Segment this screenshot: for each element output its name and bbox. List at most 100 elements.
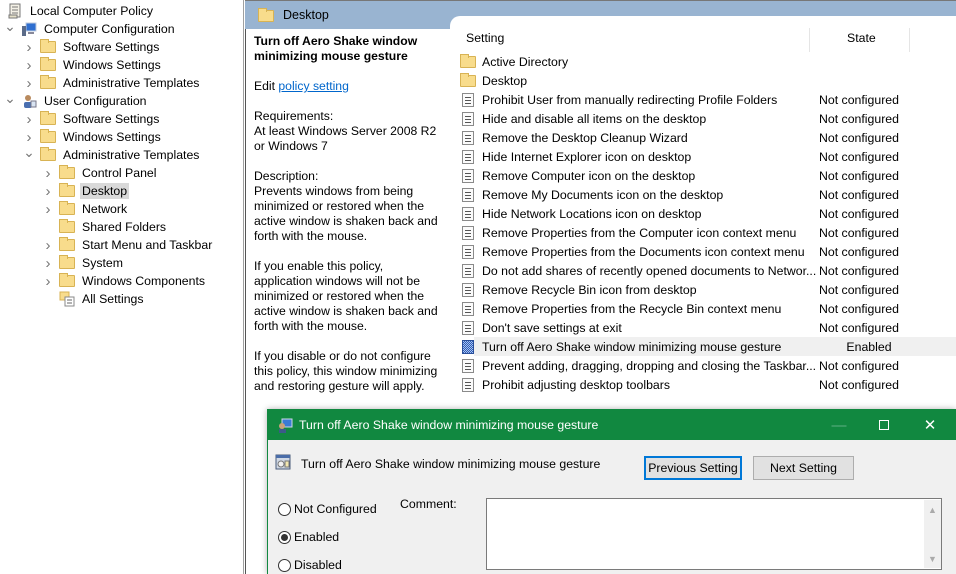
setting-row[interactable]: Remove My Documents icon on the desktop N… — [460, 185, 956, 204]
tree-item[interactable]: › Software Settings — [23, 110, 161, 128]
tree-item[interactable]: › Windows Components — [42, 272, 207, 290]
next-setting-button[interactable]: Next Setting — [753, 456, 854, 480]
column-separator[interactable] — [909, 28, 910, 52]
scroll-down-icon[interactable]: ▼ — [924, 552, 941, 566]
setting-row[interactable]: Hide Network Locations icon on desktop No… — [460, 204, 956, 223]
setting-state: Not configured — [819, 130, 899, 145]
tree-item[interactable]: › Windows Settings — [23, 56, 163, 74]
folder-icon — [58, 237, 76, 253]
setting-name: Hide Internet Explorer icon on desktop — [482, 149, 692, 164]
chevron-right-icon[interactable]: › — [42, 254, 54, 272]
tree-item[interactable]: ⌄ Computer Configuration — [4, 17, 177, 38]
folder-row[interactable]: Active Directory — [460, 52, 956, 71]
policy-glyph — [462, 377, 474, 392]
setting-row[interactable]: Turn off Aero Shake window minimizing mo… — [462, 337, 956, 356]
radio-enabled[interactable]: Enabled — [278, 530, 339, 544]
comment-textarea[interactable]: ▲ ▼ — [486, 498, 942, 570]
tree-item[interactable]: › Desktop — [42, 182, 130, 200]
setting-state: Enabled — [846, 339, 892, 354]
requirements-text: At least Windows Server 2008 R2 or Windo… — [254, 124, 437, 153]
policy-dialog: Turn off Aero Shake window minimizing mo… — [267, 409, 956, 574]
edit-policy-link[interactable]: policy setting — [278, 79, 348, 93]
setting-row[interactable]: Remove the Desktop Cleanup Wizard Not con… — [460, 128, 956, 147]
setting-row[interactable]: Do not add shares of recently opened doc… — [460, 261, 956, 280]
tree-item[interactable]: ⌄ Administrative Templates — [23, 143, 201, 164]
policy-glyph — [462, 168, 474, 183]
scroll-up-icon[interactable]: ▲ — [924, 503, 941, 517]
policy-glyph — [462, 301, 474, 316]
tree-item[interactable]: › Start Menu and Taskbar — [42, 236, 214, 254]
tree-item[interactable]: ⌄ User Configuration — [4, 89, 149, 110]
tree-item[interactable]: › Network — [42, 200, 129, 218]
setting-row[interactable]: Remove Properties from the Recycle Bin c… — [460, 299, 956, 318]
chevron-right-icon[interactable]: › — [23, 74, 35, 92]
folder-icon — [58, 201, 76, 217]
setting-name: Don't save settings at exit — [482, 320, 622, 335]
disable-text: If you disable or do not configure this … — [254, 349, 438, 393]
setting-row[interactable]: Remove Properties from the Documents ico… — [460, 242, 956, 261]
column-setting[interactable]: Setting — [466, 31, 504, 45]
setting-row[interactable]: Don't save settings at exit Not configure… — [460, 318, 956, 337]
chevron-right-icon[interactable]: › — [42, 272, 54, 290]
tree-item[interactable]: Shared Folders — [42, 218, 168, 236]
minimize-button[interactable]: — — [816, 410, 862, 440]
setting-row[interactable]: Prohibit User from manually redirecting … — [460, 90, 956, 109]
chevron-down-icon[interactable]: ⌄ — [23, 143, 35, 161]
dialog-titlebar[interactable]: Turn off Aero Shake window minimizing mo… — [268, 410, 956, 440]
chevron-right-icon[interactable]: › — [42, 182, 54, 200]
chevron-down-icon[interactable]: ⌄ — [4, 89, 16, 107]
setting-name: Remove the Desktop Cleanup Wizard — [482, 130, 688, 145]
maximize-button[interactable] — [861, 410, 907, 440]
policy-setting-icon — [460, 320, 476, 336]
tree-item[interactable]: › Windows Settings — [23, 128, 163, 146]
tree-item[interactable]: › Control Panel — [42, 164, 159, 182]
settings-list: Setting State Active Directory Desktop Pro… — [450, 16, 956, 416]
folder-icon — [39, 111, 57, 127]
radio-not-configured-circle[interactable] — [278, 502, 291, 516]
tree-item[interactable]: › Administrative Templates — [23, 74, 201, 92]
setting-row[interactable]: Hide and disable all items on the deskto… — [460, 109, 956, 128]
chevron-right-icon[interactable]: › — [42, 164, 54, 182]
tree-root[interactable]: Local Computer Policy — [6, 2, 155, 20]
setting-row[interactable]: Prohibit adjusting desktop toolbars Not c… — [460, 375, 956, 394]
comment-label: Comment: — [400, 497, 457, 511]
radio-enabled-circle[interactable] — [278, 530, 291, 544]
radio-disabled[interactable]: Disabled — [278, 558, 342, 572]
setting-row[interactable]: Remove Recycle Bin icon from desktop Not … — [460, 280, 956, 299]
chevron-right-icon[interactable]: › — [42, 200, 54, 218]
setting-row[interactable]: Hide Internet Explorer icon on desktop No… — [460, 147, 956, 166]
setting-name: Remove Computer icon on the desktop — [482, 168, 696, 183]
tree-item[interactable]: › System — [42, 254, 125, 272]
column-state[interactable]: State — [847, 31, 876, 45]
tree-item-label: Computer Configuration — [44, 22, 175, 36]
setting-name: Remove Properties from the Computer icon… — [482, 225, 797, 240]
chevron-right-icon[interactable]: › — [23, 38, 35, 56]
tree-item[interactable]: › Software Settings — [23, 38, 161, 56]
close-button[interactable]: ✕ — [907, 410, 953, 440]
folder-icon — [39, 39, 57, 55]
tree-item-label: Windows Components — [82, 274, 206, 288]
folder-row[interactable]: Desktop — [460, 71, 956, 90]
previous-setting-button[interactable]: Previous Setting — [644, 456, 742, 480]
chevron-right-icon[interactable]: › — [23, 110, 35, 128]
radio-not-configured[interactable]: Not Configured — [278, 502, 377, 516]
setting-row[interactable]: Prevent adding, dragging, dropping and c… — [460, 356, 956, 375]
folder-row-name: Desktop — [482, 73, 528, 88]
folder-shape — [40, 57, 56, 71]
setting-name: Remove Properties from the Documents ico… — [482, 244, 805, 259]
comment-scrollbar[interactable]: ▲ ▼ — [924, 500, 941, 568]
policy-glyph — [462, 149, 474, 164]
policy-glyph — [462, 92, 474, 107]
column-separator[interactable] — [809, 28, 810, 52]
chevron-down-icon[interactable]: ⌄ — [4, 17, 16, 35]
setting-row[interactable]: Remove Properties from the Computer icon… — [460, 223, 956, 242]
chevron-right-icon[interactable]: › — [42, 236, 54, 254]
computer-config-icon — [20, 21, 38, 37]
tree-item[interactable]: All Settings — [42, 290, 146, 308]
tree-item-label: Administrative Templates — [63, 76, 200, 90]
policy-tree: Local Computer Policy ⌄ Computer Configur… — [0, 0, 244, 574]
setting-row[interactable]: Remove Computer icon on the desktop Not c… — [460, 166, 956, 185]
radio-disabled-circle[interactable] — [278, 558, 291, 572]
chevron-right-icon[interactable]: › — [23, 56, 35, 74]
